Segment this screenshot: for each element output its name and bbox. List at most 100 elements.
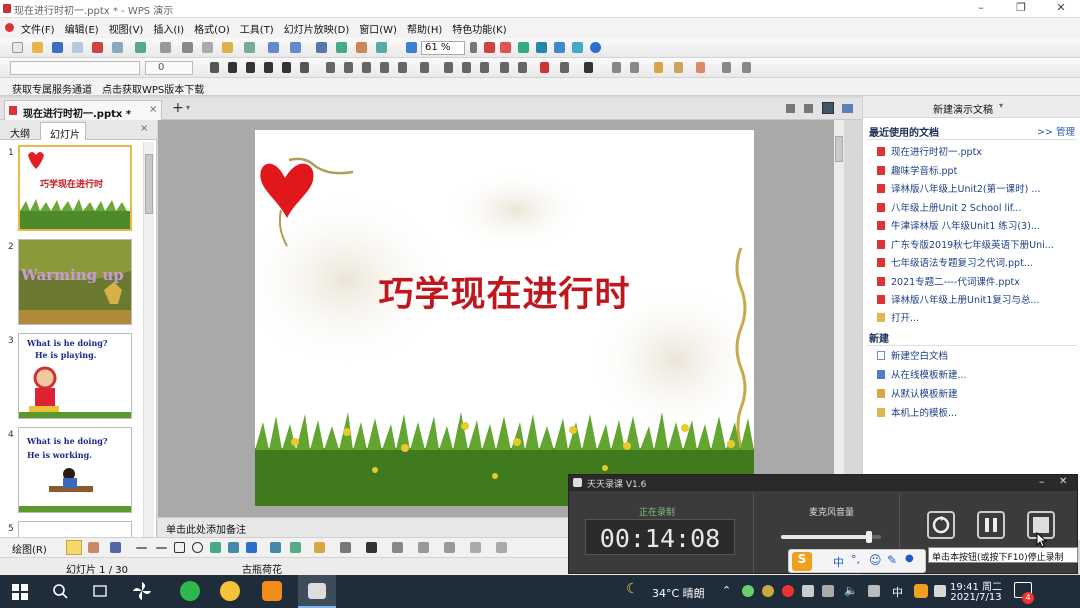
tray-ime-indicator[interactable]: 中: [892, 584, 903, 600]
menu-slideshow[interactable]: 幻灯片放映(D): [279, 18, 355, 36]
menu-window[interactable]: 窗口(W): [354, 18, 402, 36]
slide-title[interactable]: 巧学现在进行时: [255, 266, 754, 317]
pane-toggle-icon[interactable]: [822, 102, 834, 114]
thumbnail-scrollbar[interactable]: [143, 142, 154, 537]
distribute-icon[interactable]: [398, 62, 407, 73]
align-center-icon[interactable]: [344, 62, 353, 73]
recent-document-item[interactable]: 广东专版2019秋七年级英语下册Uni...: [877, 237, 1054, 251]
pdf-icon[interactable]: [92, 42, 103, 53]
current-slide[interactable]: 巧学现在进行时: [255, 130, 754, 506]
tab-close-icon[interactable]: ×: [149, 104, 157, 115]
recent-document-item[interactable]: 现在进行时初一.pptx: [877, 144, 982, 158]
tray-app-icon[interactable]: [742, 585, 754, 597]
undo-icon[interactable]: [268, 42, 279, 53]
browser-app-icon[interactable]: [180, 581, 200, 601]
recent-document-item[interactable]: 七年级语法专题复习之代词.ppt...: [877, 255, 1033, 269]
line-style-icon[interactable]: [392, 542, 403, 553]
notes-placeholder[interactable]: 单击此处添加备注: [166, 521, 246, 536]
close-button[interactable]: ✕: [1046, 1, 1076, 17]
ime-handwrite[interactable]: ✎: [887, 553, 897, 567]
animation-icon[interactable]: [742, 62, 751, 73]
tray-app-icon[interactable]: [782, 585, 794, 597]
sogou-tray-icon[interactable]: [914, 584, 928, 598]
rotate-shape-icon[interactable]: [110, 542, 121, 553]
battery-icon[interactable]: [822, 585, 834, 597]
font-color-icon[interactable]: [540, 62, 549, 73]
tray-app-icon[interactable]: [802, 585, 814, 597]
tray-app-icon[interactable]: [934, 585, 946, 597]
new-tab-button[interactable]: +: [172, 100, 184, 116]
ime-emoji[interactable]: ☺: [869, 553, 882, 567]
360-app-icon[interactable]: [220, 581, 240, 601]
menu-view[interactable]: 视图(V): [104, 18, 149, 36]
image-insert-icon[interactable]: [290, 542, 301, 553]
table-icon[interactable]: [316, 42, 327, 53]
mic-volume-slider[interactable]: [781, 531, 881, 543]
minimize-button[interactable]: –: [966, 1, 996, 17]
shadow-icon[interactable]: [282, 62, 291, 73]
menu-format[interactable]: 格式(O): [189, 18, 235, 36]
ime-voice[interactable]: ●: [905, 553, 914, 564]
wps-taskbar-icon[interactable]: [262, 581, 282, 601]
menu-insert[interactable]: 插入(I): [148, 18, 189, 36]
align-left-icon[interactable]: [326, 62, 335, 73]
new-blank-link[interactable]: 新建空白文档: [877, 348, 948, 362]
sogou-logo-icon[interactable]: S: [792, 552, 812, 571]
bullets-icon[interactable]: [444, 62, 453, 73]
new-slide-icon[interactable]: [654, 62, 663, 73]
recorder-close-button[interactable]: ✕: [1059, 476, 1067, 487]
justify-icon[interactable]: [380, 62, 389, 73]
thumbnail-scroll-thumb[interactable]: [145, 154, 153, 214]
cloud-icon[interactable]: [572, 42, 583, 53]
clock-time[interactable]: 19:41 周二: [946, 578, 1006, 593]
rectangle-icon[interactable]: [174, 542, 185, 553]
arrange-icon[interactable]: [612, 62, 621, 73]
format-painter-icon[interactable]: [160, 42, 171, 53]
slideshow-icon[interactable]: [536, 42, 547, 53]
open-file-link[interactable]: 打开...: [877, 310, 919, 324]
shadow-style-icon[interactable]: [470, 542, 481, 553]
diagram-icon[interactable]: [270, 542, 281, 553]
recorder-taskbar-icon[interactable]: [308, 583, 326, 599]
flag-icon[interactable]: [484, 42, 495, 53]
editor-scrollbar[interactable]: [834, 120, 844, 517]
arrow-icon[interactable]: [786, 104, 795, 113]
play-icon[interactable]: [518, 42, 529, 53]
font-grow-icon[interactable]: [500, 62, 509, 73]
local-template-link[interactable]: 本机上的模板...: [877, 405, 957, 419]
tab-outline[interactable]: 大纲: [10, 125, 30, 140]
editor-scroll-thumb[interactable]: [835, 136, 843, 162]
document-tab[interactable]: 现在进行时初一.pptx * ×: [4, 100, 162, 120]
help-icon[interactable]: [590, 42, 601, 53]
print-icon[interactable]: [72, 42, 83, 53]
default-template-link[interactable]: 从默认模板新建: [877, 386, 958, 400]
recorder-minimize-button[interactable]: –: [1039, 475, 1045, 488]
restore-doc-icon[interactable]: [804, 104, 813, 113]
numbering-icon[interactable]: [462, 62, 471, 73]
font-shrink-icon[interactable]: [518, 62, 527, 73]
pinwheel-app-icon[interactable]: [132, 581, 152, 601]
fill-color-icon[interactable]: [246, 542, 257, 553]
tab-slides[interactable]: 幻灯片: [40, 122, 86, 141]
recent-document-item[interactable]: 译林版八年级上册Unit1复习与总...: [877, 292, 1039, 306]
pause-button[interactable]: [977, 511, 1005, 539]
new-tab-dropdown-icon[interactable]: ▾: [186, 103, 190, 112]
restart-button[interactable]: [927, 511, 955, 539]
link-icon[interactable]: [500, 42, 511, 53]
text-color-icon[interactable]: [584, 62, 593, 73]
chat-icon[interactable]: [554, 42, 565, 53]
manage-link[interactable]: >> 管理: [1037, 124, 1075, 138]
text-direction-icon[interactable]: [560, 62, 569, 73]
design-icon[interactable]: [696, 62, 705, 73]
paint-bucket-icon[interactable]: [314, 542, 325, 553]
rotate-icon[interactable]: [630, 62, 639, 73]
transition-icon[interactable]: [722, 62, 731, 73]
menu-special[interactable]: 特色功能(K): [447, 18, 511, 36]
task-pane-title[interactable]: 新建演示文稿: [933, 101, 993, 116]
brush-icon[interactable]: [244, 42, 255, 53]
taskpane-icon[interactable]: [842, 104, 853, 113]
font-family-field[interactable]: [10, 61, 140, 75]
task-view-icon[interactable]: [92, 583, 108, 599]
layout-icon[interactable]: [674, 62, 683, 73]
line-spacing-icon[interactable]: [420, 62, 429, 73]
